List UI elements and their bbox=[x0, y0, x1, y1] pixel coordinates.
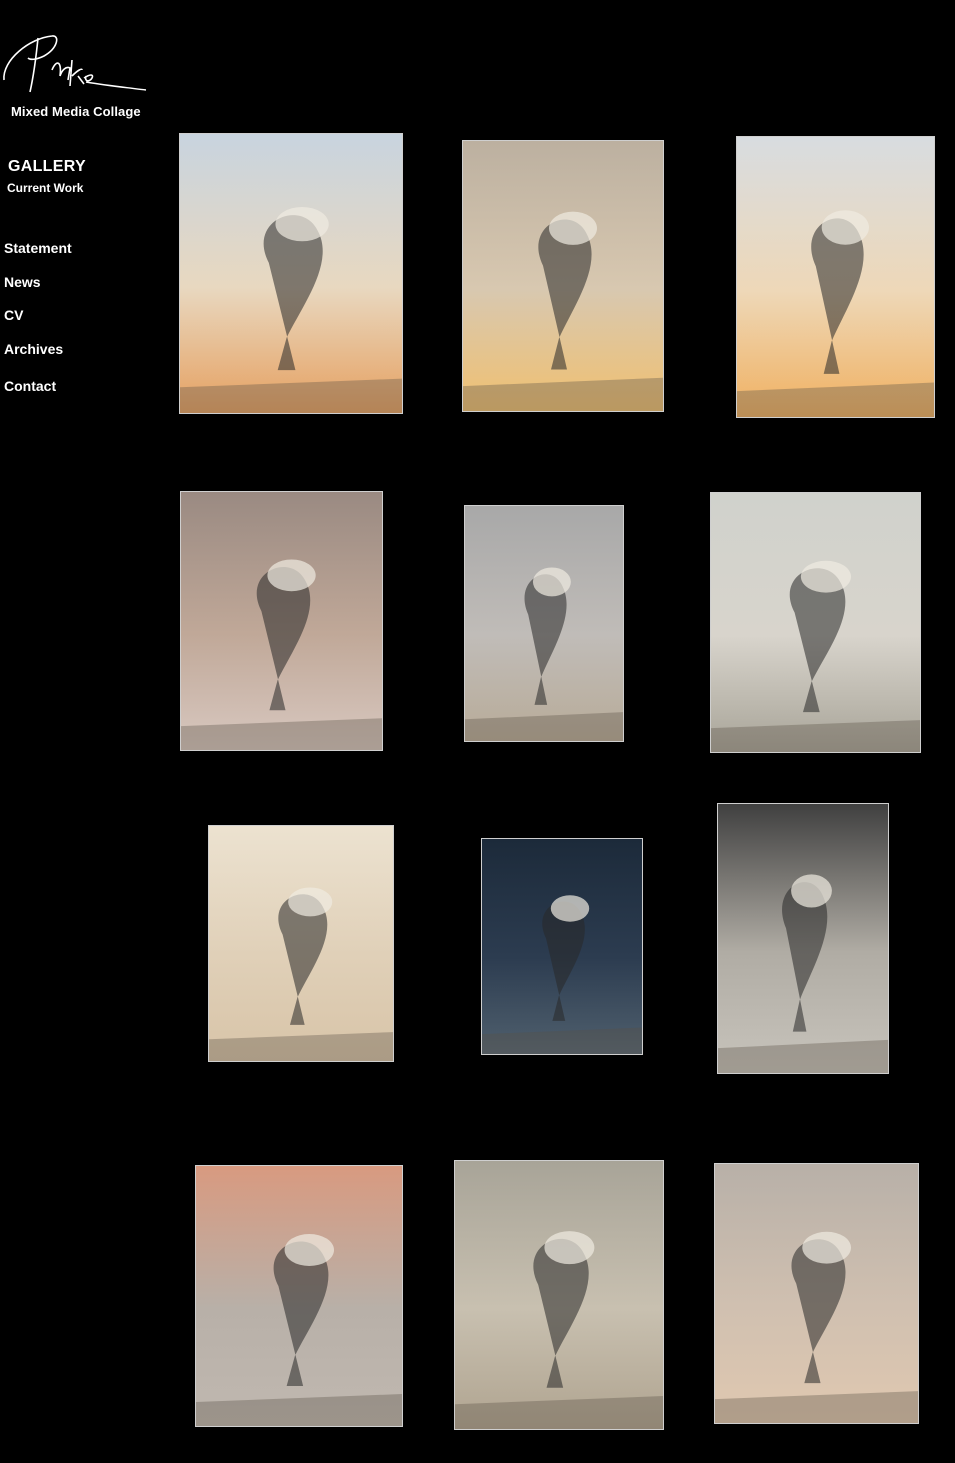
artwork-thumbnail[interactable] bbox=[717, 803, 889, 1074]
fish-on-pedestal-artwork-icon bbox=[180, 134, 402, 413]
artwork-thumbnail[interactable] bbox=[464, 505, 624, 742]
brand-logo[interactable] bbox=[0, 30, 150, 100]
artwork-thumbnail[interactable] bbox=[710, 492, 921, 753]
nav-statement[interactable]: Statement bbox=[4, 240, 72, 256]
artwork-thumbnail[interactable] bbox=[180, 491, 383, 751]
winged-bird-figure-artwork-icon bbox=[181, 492, 382, 750]
bird-over-waves-artwork-icon bbox=[463, 141, 663, 411]
section-title: GALLERY bbox=[8, 158, 86, 175]
totem-bird-seascape-artwork-icon bbox=[718, 804, 888, 1073]
nav-news[interactable]: News bbox=[4, 274, 41, 290]
artwork-thumbnail[interactable] bbox=[481, 838, 643, 1055]
artwork-thumbnail[interactable] bbox=[195, 1165, 403, 1427]
architecture-figures-artwork-icon bbox=[196, 1166, 402, 1426]
nav-contact[interactable]: Contact bbox=[4, 378, 56, 394]
nav-cv[interactable]: CV bbox=[4, 307, 23, 323]
horse-figure-on-rock-artwork-icon bbox=[715, 1164, 918, 1423]
artwork-thumbnail[interactable] bbox=[179, 133, 403, 414]
signature-logo-icon bbox=[3, 35, 147, 93]
artwork-thumbnail[interactable] bbox=[714, 1163, 919, 1424]
artwork-thumbnail[interactable] bbox=[208, 825, 394, 1062]
brand-subtitle: Mixed Media Collage bbox=[11, 104, 141, 119]
elephant-figure-artwork-icon bbox=[209, 826, 393, 1061]
artwork-thumbnail[interactable] bbox=[736, 136, 935, 418]
section-subtitle: Current Work bbox=[7, 181, 84, 195]
zebra-bird-night-artwork-icon bbox=[482, 839, 642, 1054]
nav-archives[interactable]: Archives bbox=[4, 341, 63, 357]
bird-on-machine-artwork-icon bbox=[455, 1161, 663, 1429]
artwork-thumbnail[interactable] bbox=[462, 140, 664, 412]
artwork-thumbnail[interactable] bbox=[454, 1160, 664, 1430]
flying-bird-artwork-icon bbox=[465, 506, 623, 741]
crested-figure-starfish-artwork-icon bbox=[737, 137, 934, 417]
nautilus-bird-on-branch-artwork-icon bbox=[711, 493, 920, 752]
